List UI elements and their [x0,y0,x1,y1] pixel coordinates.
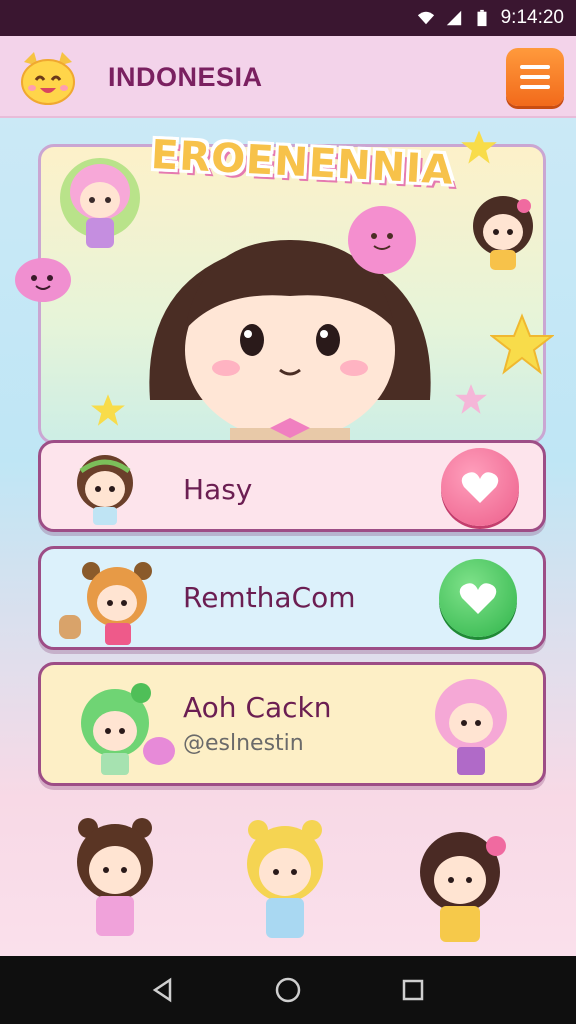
home-circle-icon [275,977,301,1003]
status-time: 9:14:20 [500,7,564,28]
heart-button[interactable] [439,559,517,637]
card-sublabel: @eslnestin [183,731,304,756]
list-item[interactable]: Hasy [38,440,546,532]
system-nav-bar [0,956,576,1024]
star-icon [461,130,497,164]
bear-girl-avatar-icon [59,562,152,645]
menu-button[interactable] [506,48,564,106]
blonde-girl-sticker-icon [247,820,323,938]
heart-icon [459,583,497,614]
recents-square-icon [403,979,424,1001]
status-bar: 9:14:20 [0,0,576,36]
dark-hair-girl-sticker-icon [420,832,506,942]
list-item[interactable]: Aoh Cackn @eslnestin [38,662,546,786]
heart-icon [461,472,499,503]
star-icon [91,394,125,426]
card-label: Aoh Cackn [183,691,332,724]
list-item[interactable]: RemthaCom [38,546,546,650]
smiley-logo-icon [21,52,75,105]
card-label: RemthaCom [183,581,356,614]
bear-ear-girl-sticker-icon [77,818,153,936]
star-icon [490,313,554,375]
signal-icon [446,10,461,26]
green-hair-girl-avatar-icon [81,683,175,775]
app-title: INDONESIA [108,62,263,92]
brown-girl-sticker-icon [473,196,533,270]
recents-button[interactable] [398,975,428,1005]
wifi-icon [417,11,434,25]
back-button[interactable] [148,975,178,1005]
menu-line [520,75,550,79]
brown-hair-girl-avatar-icon [77,455,133,525]
home-button[interactable] [273,975,303,1005]
hero-girl-illustration-icon [149,206,431,445]
pink-hair-girl-avatar-icon [435,679,507,775]
menu-line [520,65,550,69]
card-label: Hasy [183,473,253,506]
battery-icon [477,9,487,27]
pink-cloud-sticker-icon [15,258,71,302]
back-triangle-icon [152,977,171,1003]
app-bar: INDONESIA [0,36,576,118]
star-icon [455,384,487,414]
heart-button[interactable] [441,448,519,526]
menu-line [520,85,550,89]
